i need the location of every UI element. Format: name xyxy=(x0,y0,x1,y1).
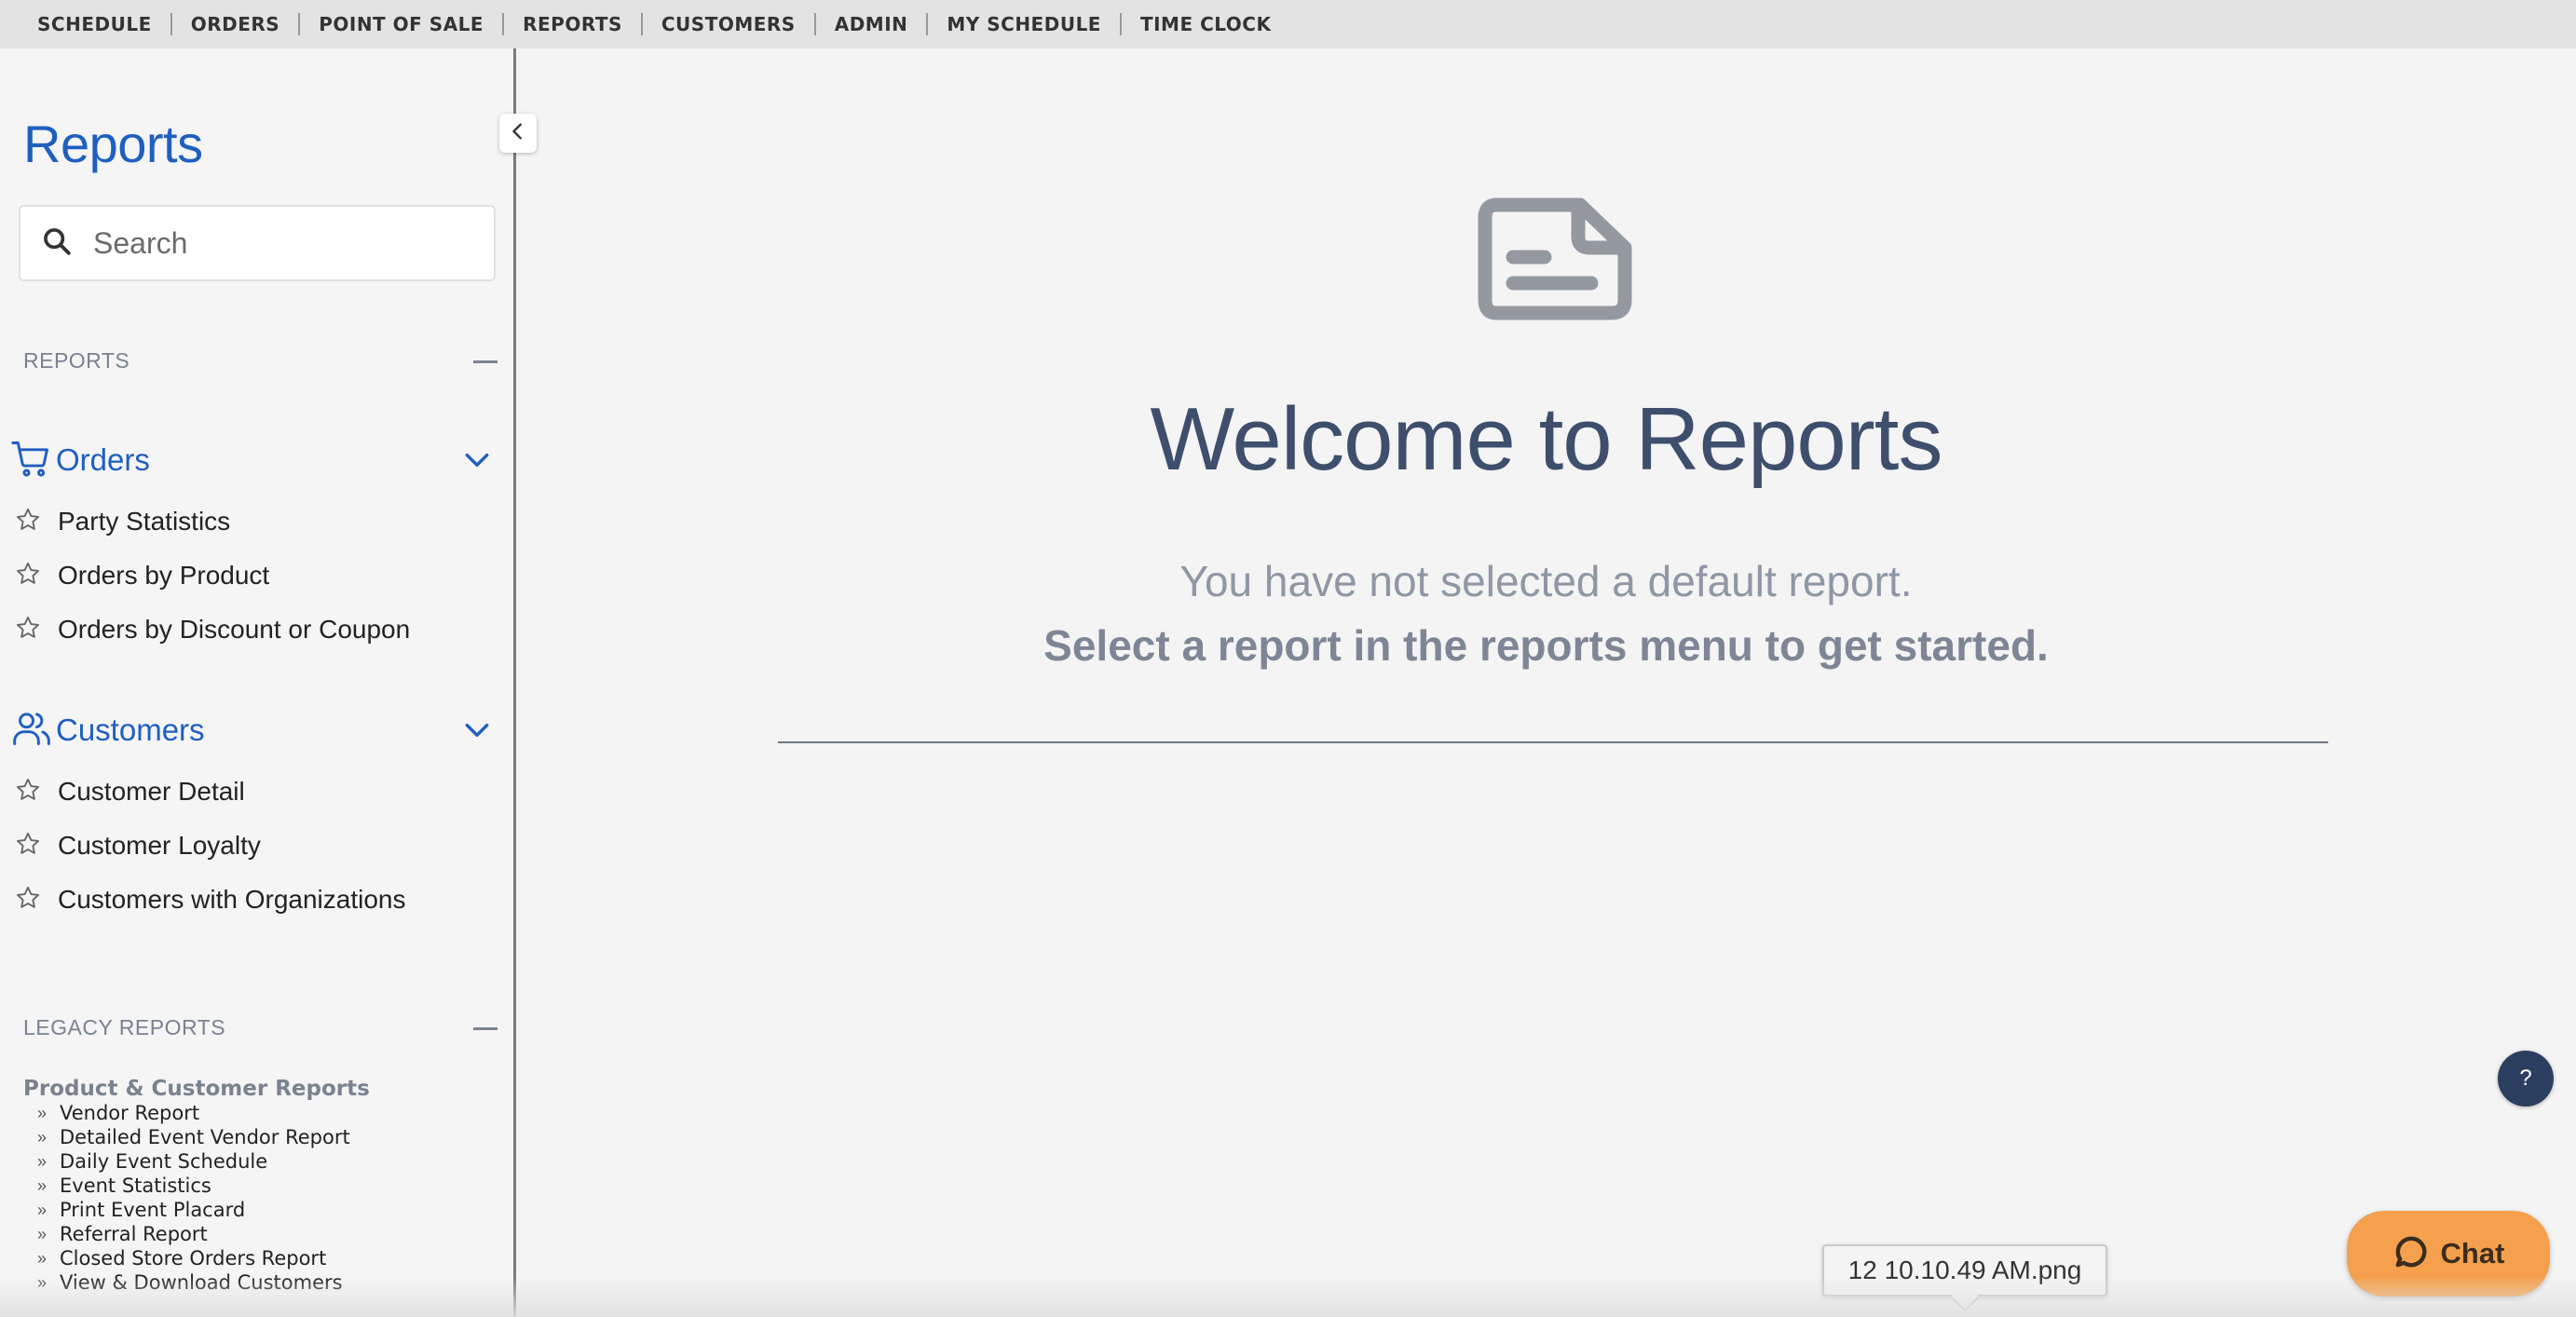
legacy-item[interactable]: » Daily Event Schedule xyxy=(37,1149,267,1174)
group-orders-header[interactable]: Orders xyxy=(11,440,496,481)
star-icon[interactable] xyxy=(15,885,41,916)
nav-schedule[interactable]: SCHEDULE xyxy=(37,13,170,35)
star-icon[interactable] xyxy=(15,507,41,537)
legacy-item-label: Daily Event Schedule xyxy=(60,1150,268,1173)
chat-label: Chat xyxy=(2440,1237,2505,1269)
report-item-orders-by-discount[interactable]: Orders by Discount or Coupon xyxy=(15,611,410,648)
group-orders-label: Orders xyxy=(56,442,150,477)
report-item-party-statistics[interactable]: Party Statistics xyxy=(15,503,230,540)
nav-customers[interactable]: CUSTOMERS xyxy=(643,13,814,35)
report-item-customer-detail[interactable]: Customer Detail xyxy=(15,773,245,810)
star-icon[interactable] xyxy=(15,561,41,591)
nav-admin[interactable]: ADMIN xyxy=(816,13,927,35)
cart-icon xyxy=(11,438,52,483)
file-tooltip: 12 10.10.49 AM.png xyxy=(1822,1244,2107,1312)
report-item-customers-with-organizations[interactable]: Customers with Organizations xyxy=(15,881,405,918)
search-input[interactable] xyxy=(91,224,486,262)
group-customers-header[interactable]: Customers xyxy=(11,710,496,751)
nav-point-of-sale[interactable]: POINT OF SALE xyxy=(300,13,502,35)
legacy-item[interactable]: » Vendor Report xyxy=(37,1101,199,1125)
double-chevron-icon: » xyxy=(37,1103,48,1122)
chevron-down-icon[interactable] xyxy=(462,445,492,480)
nav-reports[interactable]: REPORTS xyxy=(504,13,641,35)
no-default-report-text: You have not selected a default report. xyxy=(1179,557,1913,605)
chevron-down-icon[interactable] xyxy=(462,715,492,750)
double-chevron-icon: » xyxy=(37,1127,48,1147)
welcome-heading: Welcome to Reports xyxy=(1150,389,1943,489)
top-nav: SCHEDULE ORDERS POINT OF SALE REPORTS CU… xyxy=(0,0,2576,48)
users-icon xyxy=(11,708,52,754)
report-item-label: Customers with Organizations xyxy=(58,885,406,914)
legacy-item[interactable]: » Event Statistics xyxy=(37,1174,211,1198)
collapse-sidebar-button[interactable] xyxy=(499,114,537,153)
collapse-legacy-minus-icon[interactable] xyxy=(473,1027,497,1030)
legacy-item-label: Detailed Event Vendor Report xyxy=(60,1126,350,1148)
collapse-reports-minus-icon[interactable] xyxy=(473,360,497,363)
double-chevron-icon: » xyxy=(37,1272,48,1292)
nav-orders[interactable]: ORDERS xyxy=(172,13,298,35)
tooltip-text: 12 10.10.49 AM.png xyxy=(1847,1256,2082,1284)
legacy-reports-label: LEGACY REPORTS xyxy=(23,1015,226,1039)
group-customers-label: Customers xyxy=(56,713,205,747)
double-chevron-icon: » xyxy=(37,1200,48,1219)
report-item-label: Orders by Discount or Coupon xyxy=(58,615,411,644)
legacy-item[interactable]: » Print Event Placard xyxy=(37,1198,245,1222)
legacy-item[interactable]: » Detailed Event Vendor Report xyxy=(37,1125,350,1149)
report-item-customer-loyalty[interactable]: Customer Loyalty xyxy=(15,827,261,864)
chat-button[interactable]: Chat xyxy=(2347,1211,2550,1297)
legacy-item-label: Print Event Placard xyxy=(60,1199,246,1221)
report-item-label: Customer Loyalty xyxy=(58,831,261,860)
star-icon[interactable] xyxy=(15,777,41,808)
star-icon[interactable] xyxy=(15,615,41,645)
legacy-item[interactable]: » Closed Store Orders Report xyxy=(37,1246,326,1270)
search-box xyxy=(19,205,496,281)
legacy-item[interactable]: » View & Download Customers xyxy=(37,1270,343,1295)
legacy-item-label: Referral Report xyxy=(60,1223,208,1245)
legacy-item-label: View & Download Customers xyxy=(60,1271,343,1294)
report-item-label: Party Statistics xyxy=(58,507,231,536)
double-chevron-icon: » xyxy=(37,1175,48,1195)
star-icon[interactable] xyxy=(15,831,41,862)
content-divider xyxy=(778,741,2328,743)
main-content: Welcome to Reports You have not selected… xyxy=(516,48,2576,1317)
report-item-orders-by-product[interactable]: Orders by Product xyxy=(15,557,269,594)
legacy-item[interactable]: » Referral Report xyxy=(37,1222,208,1246)
reports-section-label: REPORTS xyxy=(23,348,130,373)
double-chevron-icon: » xyxy=(37,1224,48,1243)
sidebar-title: Reports xyxy=(23,115,203,173)
get-started-text: Select a report in the reports menu to g… xyxy=(1043,621,2049,670)
legacy-item-label: Event Statistics xyxy=(60,1174,211,1197)
help-button[interactable]: ? xyxy=(2498,1051,2554,1107)
search-icon xyxy=(41,225,73,262)
report-item-label: Customer Detail xyxy=(58,777,245,806)
double-chevron-icon: » xyxy=(37,1248,48,1268)
legacy-item-label: Closed Store Orders Report xyxy=(60,1247,327,1269)
chat-bubble-icon xyxy=(2392,1233,2430,1275)
chevron-left-icon xyxy=(508,121,528,146)
double-chevron-icon: » xyxy=(37,1151,48,1171)
document-icon xyxy=(1476,196,1634,327)
nav-time-clock[interactable]: TIME CLOCK xyxy=(1122,13,1290,35)
legacy-group-title: Product & Customer Reports xyxy=(23,1077,370,1101)
report-item-label: Orders by Product xyxy=(58,561,270,590)
legacy-item-label: Vendor Report xyxy=(60,1102,200,1124)
nav-my-schedule[interactable]: MY SCHEDULE xyxy=(928,13,1120,35)
reports-sidebar: Reports REPORTS Orders Party Statistics … xyxy=(0,48,516,1317)
